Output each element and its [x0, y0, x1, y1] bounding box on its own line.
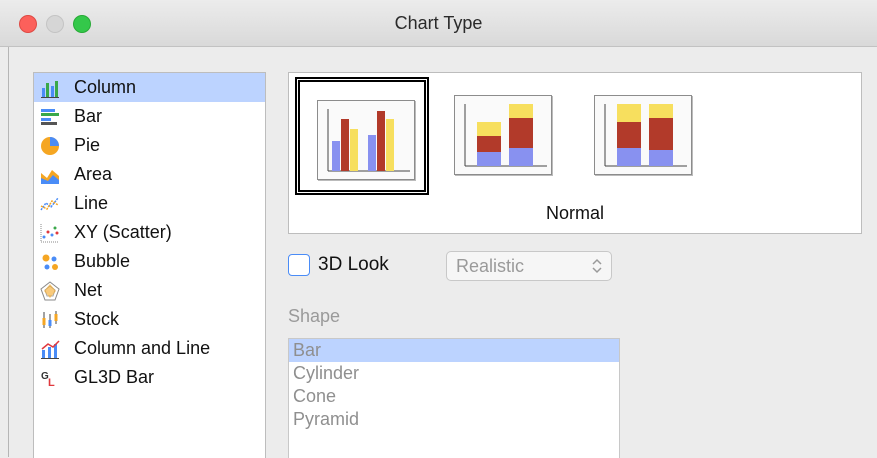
up-down-chevron-icon	[592, 258, 602, 274]
chart-type-net[interactable]: Net	[34, 276, 265, 305]
shape-label: Shape	[288, 306, 341, 326]
variant-preview-frame	[317, 100, 415, 180]
chart-type-label: Pie	[74, 135, 101, 155]
variant-stacked[interactable]	[437, 77, 571, 195]
shape-option-cylinder[interactable]: Cylinder	[289, 362, 619, 385]
bar-chart-icon	[41, 109, 59, 125]
chart-variant-panel: Normal	[288, 72, 862, 234]
scatter-chart-icon	[40, 224, 59, 243]
shape-option-bar[interactable]: Bar	[289, 339, 619, 362]
shape-list[interactable]: Bar Cylinder Cone Pyramid	[288, 338, 620, 458]
chart-type-bar[interactable]: Bar	[34, 102, 265, 131]
3d-scheme-value: Realistic	[456, 256, 525, 276]
shape-option-cone[interactable]: Cone	[289, 385, 619, 408]
chart-type-xy-scatter[interactable]: XY (Scatter)	[34, 218, 265, 247]
variant-preview-frame	[594, 95, 692, 175]
stacked-column-variant-icon	[464, 104, 547, 167]
chart-type-column[interactable]: Column	[34, 73, 265, 102]
variant-caption: Normal	[545, 203, 604, 223]
chart-type-gl3d-bar[interactable]: G L GL3D Bar	[34, 363, 265, 392]
chart-type-label: Bubble	[74, 251, 131, 271]
pie-chart-icon	[41, 137, 59, 155]
column-chart-icon	[41, 81, 59, 98]
shape-option-pyramid[interactable]: Pyramid	[289, 408, 619, 431]
chart-type-label: Bar	[74, 106, 103, 126]
percent-stacked-column-variant-icon	[604, 104, 687, 167]
chart-type-label: Area	[74, 164, 113, 184]
normal-column-variant-icon	[327, 109, 410, 172]
stock-chart-icon	[42, 311, 58, 328]
variant-percent-stacked[interactable]	[577, 77, 711, 195]
chart-type-label: Stock	[74, 309, 120, 329]
chart-type-stock[interactable]: Stock	[34, 305, 265, 334]
chart-type-label: XY (Scatter)	[74, 222, 172, 242]
chart-type-label: Line	[74, 193, 109, 213]
variant-normal[interactable]	[295, 77, 429, 195]
gl3d-bar-chart-icon: G L	[41, 371, 55, 388]
chart-type-pie[interactable]: Pie	[34, 131, 265, 160]
chart-type-label: GL3D Bar	[74, 367, 155, 387]
net-chart-icon	[40, 281, 60, 301]
variant-preview-frame	[454, 95, 552, 175]
dialog-left-edge	[8, 47, 9, 457]
3d-look-checkbox[interactable]	[288, 254, 310, 276]
title-bar: Chart Type	[0, 0, 877, 47]
3d-scheme-select[interactable]: Realistic	[446, 251, 612, 281]
3d-look-label[interactable]: 3D Look	[318, 254, 389, 276]
line-chart-icon	[40, 197, 59, 211]
chart-type-list[interactable]: Column Bar Pie Area Line XY (Scatter) Bu…	[33, 72, 266, 458]
area-chart-icon	[41, 170, 59, 184]
column-and-line-chart-icon	[41, 340, 60, 359]
svg-text:L: L	[48, 377, 55, 388]
chart-type-column-and-line[interactable]: Column and Line	[34, 334, 265, 363]
window-title: Chart Type	[394, 13, 483, 33]
bubble-chart-icon	[42, 254, 58, 270]
chart-type-area[interactable]: Area	[34, 160, 265, 189]
chart-type-bubble[interactable]: Bubble	[34, 247, 265, 276]
chart-type-line[interactable]: Line	[34, 189, 265, 218]
chart-type-label: Net	[74, 280, 103, 300]
chart-type-label: Column and Line	[74, 338, 211, 358]
chart-type-label: Column	[74, 77, 137, 97]
